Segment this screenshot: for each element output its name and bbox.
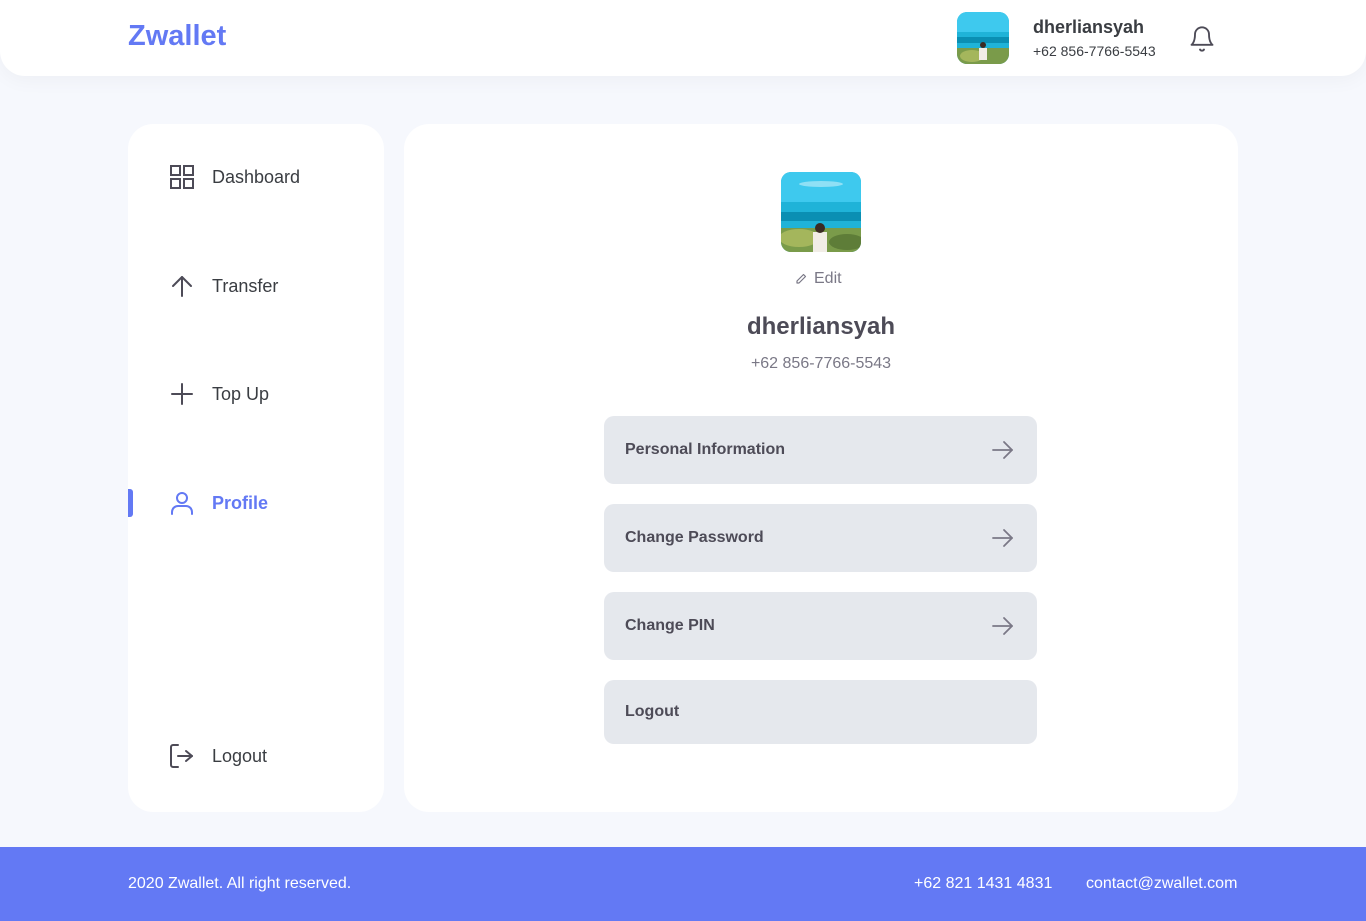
footer: 2020 Zwallet. All right reserved. +62 82…	[0, 847, 1366, 921]
change-password-button[interactable]: Change Password	[604, 504, 1037, 572]
sidebar-item-label: Logout	[212, 745, 268, 766]
header-user-phone: +62 856-7766-5543	[1033, 43, 1156, 59]
arrow-right-icon	[991, 526, 1015, 550]
edit-profile-button[interactable]: Edit	[795, 270, 842, 288]
active-indicator	[128, 489, 133, 517]
menu-label: Personal Information	[625, 441, 786, 458]
personal-information-button[interactable]: Personal Information	[604, 416, 1037, 484]
profile-name: dherliansyah	[746, 313, 896, 340]
footer-copyright: 2020 Zwallet. All right reserved.	[128, 875, 352, 892]
menu-label: Change Password	[625, 529, 764, 546]
sidebar-item-topup[interactable]: Top Up	[128, 374, 384, 414]
sidebar-item-transfer[interactable]: Transfer	[128, 266, 384, 306]
menu-label: Change PIN	[625, 617, 715, 634]
sidebar-item-profile[interactable]: Profile	[128, 483, 384, 523]
sidebar: Dashboard Transfer Top Up Profile Logout	[128, 124, 384, 812]
arrow-right-icon	[991, 438, 1015, 462]
sidebar-item-label: Top Up	[212, 383, 270, 404]
logout-icon	[168, 742, 196, 770]
avatar[interactable]	[957, 12, 1009, 64]
user-icon	[168, 489, 196, 517]
arrow-right-icon	[991, 614, 1015, 638]
grid-icon	[168, 163, 196, 191]
sidebar-item-logout[interactable]: Logout	[128, 736, 384, 776]
sidebar-item-label: Transfer	[212, 275, 279, 296]
plus-icon	[168, 380, 196, 408]
footer-email[interactable]: contact@zwallet.com	[1086, 875, 1237, 893]
sidebar-item-dashboard[interactable]: Dashboard	[128, 157, 384, 197]
logout-button[interactable]: Logout	[604, 680, 1037, 744]
pencil-icon	[795, 273, 807, 285]
top-header: Zwallet dherliansyah +62 856-7766-5543	[0, 0, 1366, 76]
profile-panel: Edit dherliansyah +62 856-7766-5543 Pers…	[404, 124, 1238, 812]
edit-label: Edit	[814, 270, 842, 287]
sidebar-item-label: Profile	[212, 492, 269, 513]
profile-avatar[interactable]	[781, 172, 861, 252]
bell-icon[interactable]	[1188, 25, 1216, 53]
change-pin-button[interactable]: Change PIN	[604, 592, 1037, 660]
footer-phone[interactable]: +62 821 1431 4831	[914, 875, 1052, 893]
brand-logo[interactable]: Zwallet	[128, 20, 226, 53]
menu-label: Logout	[625, 703, 680, 720]
arrow-up-icon	[168, 272, 196, 300]
profile-phone: +62 856-7766-5543	[750, 355, 892, 372]
sidebar-item-label: Dashboard	[212, 166, 301, 187]
header-user-name: dherliansyah	[1033, 17, 1145, 37]
